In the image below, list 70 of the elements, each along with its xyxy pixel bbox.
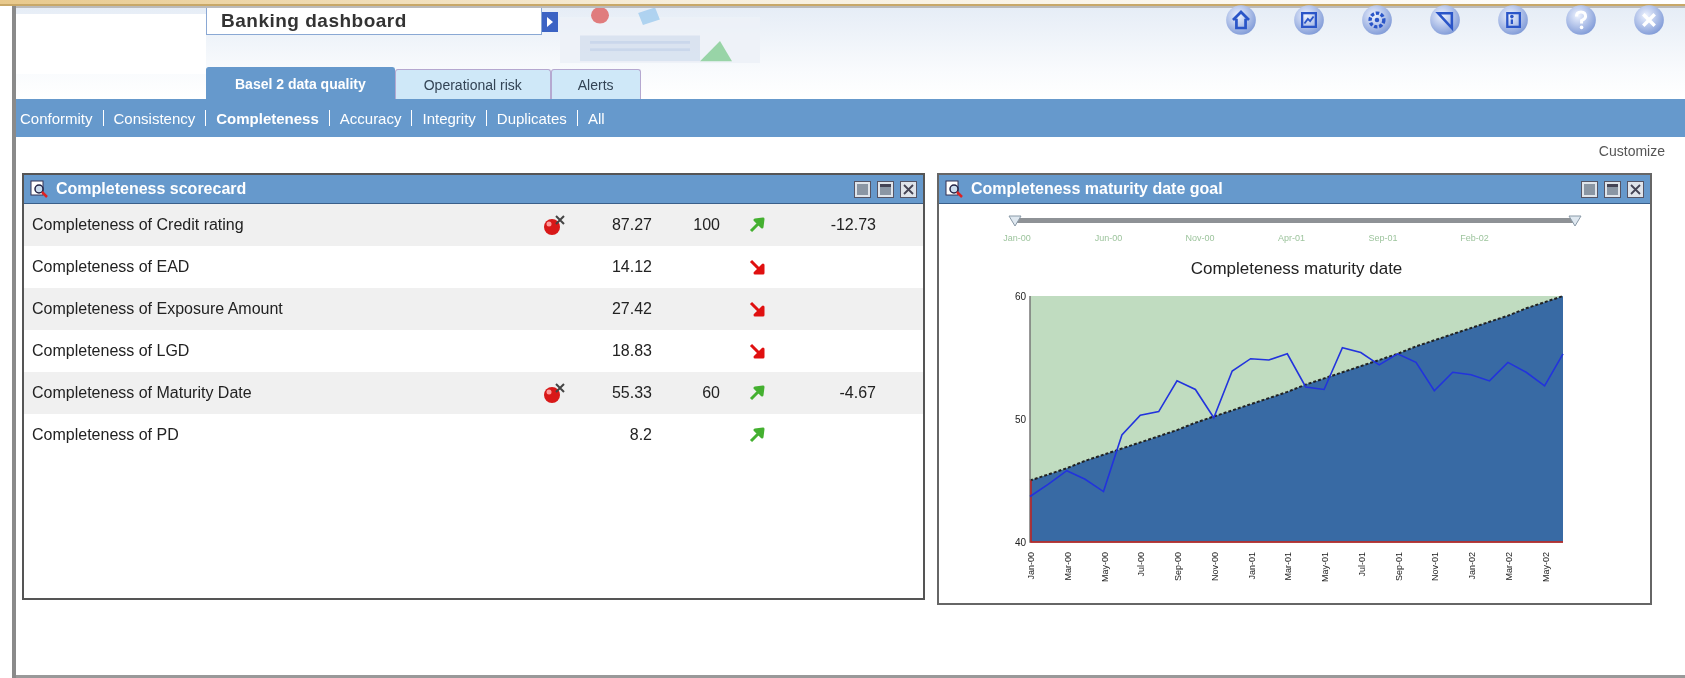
maximize-icon[interactable] — [877, 180, 894, 198]
table-cell: 60 — [702, 384, 720, 401]
table-cell: -12.73 — [830, 216, 876, 233]
play-icon — [546, 17, 554, 27]
x-axis-label: Mar-02 — [1503, 552, 1514, 581]
close-icon[interactable] — [900, 180, 917, 198]
y-axis-label: 40 — [1014, 537, 1026, 548]
table-cell-text: Completeness of LGD — [31, 342, 191, 360]
close-icon[interactable] — [1627, 180, 1644, 198]
x-axis-label: Jan-02 — [1467, 552, 1478, 580]
minimize-icon[interactable] — [1581, 180, 1598, 198]
chart-document-icon[interactable] — [1293, 4, 1325, 36]
slider-label: Sep-01 — [1368, 233, 1398, 243]
settings-icon[interactable] — [1361, 4, 1393, 36]
slider-label: Nov-00 — [1185, 233, 1215, 243]
y-axis-label: 60 — [1014, 291, 1026, 302]
table-cell-text: 55.33 — [610, 384, 652, 402]
maximize-icon[interactable] — [1604, 180, 1621, 198]
table-cell-text: 18.83 — [610, 342, 652, 360]
x-axis-label: May-02 — [1540, 552, 1551, 582]
subnav-link[interactable]: Completeness — [216, 109, 319, 127]
x-axis-label: Nov-01 — [1430, 552, 1441, 581]
slider-label: Jun-00 — [1094, 233, 1123, 243]
panel-title: Completeness maturity date goal — [971, 180, 1223, 198]
slider-label: Jan-00 — [1003, 233, 1031, 243]
table-cell: -4.67 — [839, 384, 876, 401]
x-axis-label: Sep-01 — [1393, 552, 1404, 582]
home-icon[interactable] — [1225, 4, 1257, 36]
magnifier-icon — [945, 180, 963, 198]
x-axis-label: May-01 — [1320, 552, 1331, 582]
subnav-link[interactable]: Duplicates — [496, 109, 567, 127]
table-cell-text: Completeness of EAD — [31, 258, 191, 276]
x-axis-label: Jan-01 — [1246, 552, 1257, 580]
subnav-link[interactable]: Accuracy — [339, 109, 402, 127]
x-axis-label: Mar-00 — [1062, 552, 1073, 581]
y-axis-label: 50 — [1014, 414, 1026, 425]
x-axis-label: Jul-01 — [1356, 552, 1367, 577]
range-slider[interactable] — [1008, 215, 1582, 227]
table-cell-text: 8.2 — [628, 426, 652, 444]
go-button[interactable] — [542, 12, 558, 32]
subnav-link[interactable]: Integrity — [422, 109, 476, 127]
slider-label: Apr-01 — [1278, 233, 1305, 243]
tab[interactable]: Basel 2 data quality — [206, 67, 395, 99]
slider-label: Feb-02 — [1460, 233, 1489, 243]
customize-link[interactable]: Customize — [1598, 143, 1665, 165]
table-cell-text: Completeness of Credit rating — [31, 216, 245, 234]
table-cell: 100 — [693, 216, 720, 233]
info-icon[interactable] — [1497, 4, 1529, 36]
table-cell-text: Completeness of Exposure Amount — [31, 300, 284, 318]
table-cell-text: 27.42 — [610, 300, 652, 318]
table-cell-text: 87.27 — [610, 216, 652, 234]
chart-title: Completeness maturity date — [1190, 259, 1403, 278]
x-axis-label: Nov-00 — [1209, 552, 1220, 581]
subnav-link[interactable]: All — [587, 109, 605, 127]
x-axis-label: Mar-01 — [1283, 552, 1294, 581]
table-cell-text: 14.12 — [610, 258, 652, 276]
tab[interactable]: Operational risk — [394, 69, 551, 99]
magnifier-icon — [30, 180, 48, 198]
minimize-icon[interactable] — [854, 180, 871, 198]
subnav-link[interactable]: Consistency — [113, 109, 196, 127]
x-axis-label: Jan-00 — [1026, 552, 1036, 580]
tab[interactable]: Alerts — [550, 69, 641, 99]
x-axis-label: Jul-00 — [1136, 552, 1147, 577]
table-cell-text: Completeness of PD — [31, 426, 180, 444]
x-axis-label: Sep-00 — [1173, 552, 1184, 582]
subnav-link[interactable]: Conformity — [20, 109, 93, 127]
panel-title: Completeness scorecard — [56, 180, 247, 198]
x-axis-label: May-00 — [1099, 552, 1110, 582]
table-cell-text: Completeness of Maturity Date — [31, 384, 253, 402]
dashboard-title-field[interactable]: Banking dashboard — [206, 8, 542, 35]
